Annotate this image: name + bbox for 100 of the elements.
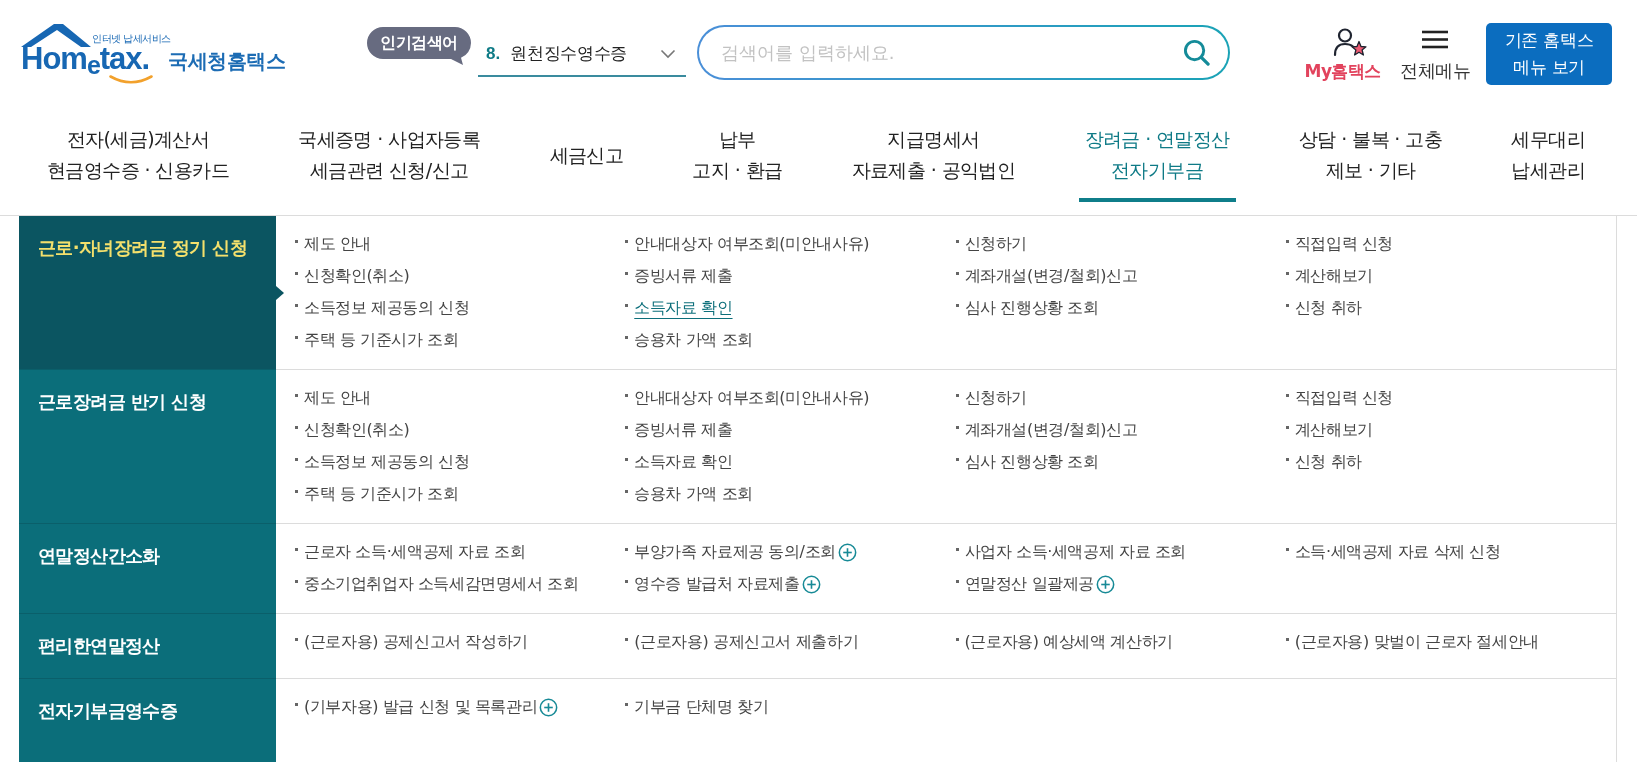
bullet-icon (295, 580, 298, 583)
menu-link[interactable]: 소득정보 제공동의 신청 (295, 446, 470, 478)
bullet-icon (1285, 272, 1289, 275)
menu-link[interactable]: 소득자료 확인 (625, 292, 733, 324)
house-roof-icon (21, 24, 91, 47)
bullet-icon (295, 458, 298, 461)
menu-link[interactable]: 부양가족 자료제공 동의/조회 (625, 536, 857, 568)
bullet-icon (625, 304, 629, 307)
bullet-icon (1285, 458, 1289, 461)
bullet-icon (295, 490, 298, 493)
bullet-icon (625, 703, 629, 706)
menu-link[interactable]: 소득·세액공제 자료 삭제 신청 (1285, 536, 1501, 568)
nav-tab[interactable]: 세무대리 납세관리 (1505, 112, 1591, 202)
section-tab[interactable]: 연말정산간소화 (19, 524, 276, 614)
menu-link[interactable]: 계좌개설(변경/철회)신고 (955, 414, 1138, 446)
section-tab[interactable]: 전자기부금영수증 (19, 679, 276, 762)
plus-circle-icon[interactable] (539, 697, 559, 717)
menu-link[interactable]: 소득정보 제공동의 신청 (295, 292, 470, 324)
nav-tab[interactable]: 상담 · 불복 · 고충 제보 · 기타 (1293, 112, 1449, 202)
menu-link[interactable]: 기부금 단체명 찾기 (625, 691, 769, 723)
menu-link[interactable]: 신청 취하 (1285, 292, 1362, 324)
menu-link[interactable]: 직접입력 신청 (1285, 382, 1394, 414)
bullet-icon (955, 548, 959, 551)
my-hometax-link[interactable]: My홈택스 (1304, 27, 1381, 82)
menu-link[interactable]: 신청하기 (955, 228, 1027, 260)
menu-link[interactable]: 신청 취하 (1285, 446, 1362, 478)
bullet-icon (295, 548, 298, 551)
bullet-icon (1285, 426, 1289, 429)
menu-link[interactable]: 계산해보기 (1285, 414, 1373, 446)
nav-tab[interactable]: 지급명세서 자료제출 · 공익법인 (845, 112, 1022, 202)
bullet-icon (625, 336, 629, 339)
logo-link[interactable]: 인터넷 납세서비스 Hom$_{e}$tax. 국세청홈택스 (21, 24, 291, 84)
menu-link[interactable]: 연말정산 일괄제공 (955, 568, 1115, 600)
legacy-menu-button[interactable]: 기존 홈택스 메뉴 보기 (1486, 23, 1612, 85)
bullet-icon (1285, 394, 1289, 397)
bullet-icon (295, 394, 298, 397)
user-star-icon (1332, 27, 1367, 57)
plus-circle-icon[interactable] (1096, 574, 1115, 594)
menu-link[interactable]: (근로자용) 공제신고서 제출하기 (625, 626, 859, 658)
chevron-down-icon (660, 48, 676, 59)
menu-link[interactable]: (근로자용) 맞벌이 근로자 절세안내 (1285, 626, 1539, 658)
menu-link[interactable]: 심사 진행상황 조회 (955, 446, 1099, 478)
search-icon[interactable] (1183, 39, 1210, 66)
bullet-icon (625, 272, 629, 275)
bullet-icon (295, 336, 298, 339)
bullet-icon (955, 272, 959, 275)
bullet-icon (295, 638, 298, 641)
section-tab[interactable]: 편리한연말정산 (19, 614, 276, 679)
menu-link[interactable]: 승용차 가액 조회 (625, 324, 753, 356)
menu-link[interactable]: 제도 안내 (295, 382, 372, 414)
menu-link[interactable]: 주택 등 기준시가 조회 (295, 324, 459, 356)
menu-link[interactable]: 소득자료 확인 (625, 446, 733, 478)
menu-link[interactable]: 직접입력 신청 (1285, 228, 1394, 260)
bullet-icon (295, 272, 298, 275)
menu-link[interactable]: 심사 진행상황 조회 (955, 292, 1099, 324)
menu-link[interactable]: 증빙서류 제출 (625, 414, 733, 446)
logo-wordmark: Hom$_{e}$tax. (21, 44, 150, 74)
plus-circle-icon[interactable] (801, 574, 821, 594)
menu-link[interactable]: 계좌개설(변경/철회)신고 (955, 260, 1138, 292)
all-menu-link[interactable]: 전체메뉴 (1400, 27, 1470, 82)
bullet-icon (955, 458, 959, 461)
menu-link[interactable]: (근로자용) 공제신고서 작성하기 (295, 626, 528, 658)
nav-tab[interactable]: 세금신고 (543, 112, 630, 202)
bullet-icon (625, 580, 629, 583)
plus-circle-icon[interactable] (837, 542, 857, 562)
popular-keyword-dropdown[interactable]: 8. 원천징수영수증 (478, 32, 686, 77)
menu-link[interactable]: 근로자 소득·세액공제 자료 조회 (295, 536, 526, 568)
menu-link[interactable]: 신청하기 (955, 382, 1027, 414)
popular-search-badge: 인기검색어 (367, 27, 471, 65)
nav-tab[interactable]: 장려금 · 연말정산 전자기부금 (1078, 112, 1236, 202)
menu-link[interactable]: 안내대상자 여부조회(미안내사유) (625, 382, 870, 414)
nav-tab[interactable]: 전자(세금)계산서 현금영수증 · 신용카드 (41, 112, 235, 202)
bullet-icon (955, 426, 959, 429)
menu-link[interactable]: (기부자용) 발급 신청 및 목록관리 (295, 691, 559, 723)
menu-link[interactable]: (근로자용) 예상세액 계산하기 (955, 626, 1173, 658)
menu-link[interactable]: 승용차 가액 조회 (625, 478, 753, 510)
menu-link[interactable]: 사업자 소득·세액공제 자료 조회 (955, 536, 1187, 568)
nav-tab[interactable]: 납부 고지 · 환급 (686, 112, 789, 202)
menu-link[interactable]: 제도 안내 (295, 228, 372, 260)
bullet-icon (625, 548, 629, 551)
bullet-icon (1285, 548, 1289, 551)
menu-link[interactable]: 증빙서류 제출 (625, 260, 733, 292)
pointer-icon (276, 286, 284, 300)
menu-link[interactable]: 중소기업취업자 소득세감면명세서 조회 (295, 568, 579, 600)
menu-link[interactable]: 신청확인(취소) (295, 414, 410, 446)
bullet-icon (625, 394, 629, 397)
nav-tab[interactable]: 국세증명 · 사업자등록 세금관련 신청/신고 (292, 112, 487, 202)
search-field[interactable]: 검색어를 입력하세요. (697, 25, 1230, 80)
menu-link[interactable]: 신청확인(취소) (295, 260, 410, 292)
menu-link[interactable]: 계산해보기 (1285, 260, 1373, 292)
section-tab[interactable]: 근로장려금 반기 신청 (19, 370, 276, 524)
menu-link[interactable]: 주택 등 기준시가 조회 (295, 478, 459, 510)
bullet-icon (295, 426, 298, 429)
bullet-icon (955, 304, 959, 307)
section-tab[interactable]: 근로·자녀장려금 정기 신청 (19, 216, 276, 370)
menu-link[interactable]: 영수증 발급처 자료제출 (625, 568, 821, 600)
bullet-icon (1285, 240, 1289, 243)
menu-link[interactable]: 안내대상자 여부조회(미안내사유) (625, 228, 870, 260)
bullet-icon (295, 304, 298, 307)
bullet-icon (1285, 638, 1289, 641)
